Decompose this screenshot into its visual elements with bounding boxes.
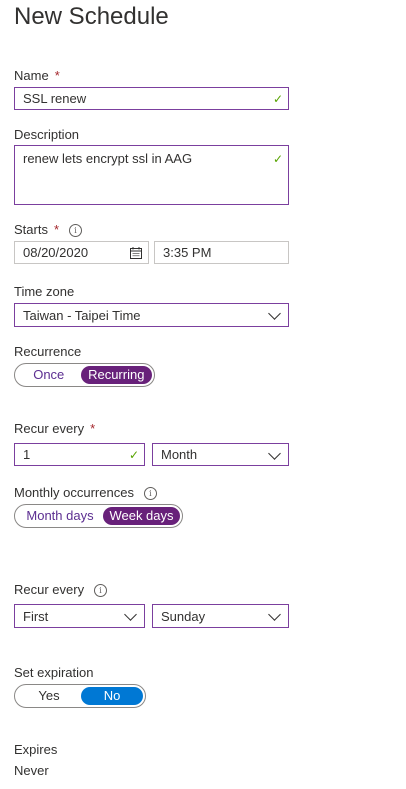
name-input-value: SSL renew <box>23 91 87 106</box>
checkmark-icon: ✓ <box>272 152 283 166</box>
expiration-no-option[interactable]: No <box>81 687 143 705</box>
recur-every-week-label: Recur every i <box>14 582 108 598</box>
expiration-yes-option[interactable]: Yes <box>17 687 81 705</box>
recurrence-recurring-option[interactable]: Recurring <box>80 366 152 384</box>
recur-every-label: Recur every * <box>14 421 95 437</box>
time-zone-dropdown[interactable]: Taiwan - Taipei Time <box>14 303 289 327</box>
info-icon[interactable]: i <box>143 487 157 500</box>
description-textarea[interactable]: renew lets encrypt ssl in AAG ✓ <box>14 145 289 205</box>
page-title: New Schedule <box>14 3 169 30</box>
info-icon[interactable]: i <box>94 584 108 597</box>
week-day-dropdown[interactable]: Sunday <box>152 604 289 628</box>
chevron-down-icon <box>124 608 137 621</box>
week-day-value: Sunday <box>161 608 206 624</box>
name-label-text: Name <box>14 68 49 83</box>
recur-every-week-label-text: Recur every <box>14 582 85 597</box>
starts-label: Starts * i <box>14 222 83 238</box>
required-mark: * <box>54 68 60 83</box>
recur-every-label-text: Recur every <box>14 421 85 436</box>
description-label: Description <box>14 127 80 142</box>
start-date-value: 08/20/2020 <box>23 245 89 260</box>
week-days-option[interactable]: Week days <box>103 507 180 525</box>
chevron-down-icon <box>268 307 281 320</box>
recur-unit-value: Month <box>161 447 198 462</box>
required-mark: * <box>90 421 96 436</box>
recur-interval-value: 1 <box>23 447 31 462</box>
checkmark-icon: ✓ <box>128 447 139 462</box>
month-days-option[interactable]: Month days <box>17 507 103 525</box>
recurrence-once-option[interactable]: Once <box>17 366 81 384</box>
calendar-icon[interactable] <box>130 247 142 259</box>
week-ordinal-dropdown[interactable]: First <box>14 604 145 628</box>
name-label: Name * <box>14 68 60 84</box>
recurrence-toggle[interactable]: Once Recurring <box>14 363 155 387</box>
monthly-occurrences-label: Monthly occurrences i <box>14 485 157 501</box>
starts-label-text: Starts <box>14 222 48 237</box>
description-value: renew lets encrypt ssl in AAG <box>23 151 193 166</box>
start-time-input[interactable]: 3:35 PM <box>154 241 289 264</box>
name-input[interactable]: SSL renew ✓ <box>14 87 289 110</box>
expires-label: Expires <box>14 742 58 757</box>
monthly-occurrences-toggle[interactable]: Month days Week days <box>14 504 183 528</box>
recurrence-label: Recurrence <box>14 344 82 359</box>
recur-unit-dropdown[interactable]: Month <box>152 443 289 466</box>
start-date-input[interactable]: 08/20/2020 <box>14 241 149 264</box>
time-zone-value: Taiwan - Taipei Time <box>23 307 141 323</box>
time-zone-label: Time zone <box>14 284 75 299</box>
start-time-value: 3:35 PM <box>163 245 212 260</box>
set-expiration-label: Set expiration <box>14 665 94 680</box>
info-icon[interactable]: i <box>69 224 83 237</box>
chevron-down-icon <box>268 608 281 621</box>
required-mark: * <box>53 222 60 237</box>
recur-interval-input[interactable]: 1 ✓ <box>14 443 145 466</box>
expires-value: Never <box>14 763 49 778</box>
checkmark-icon: ✓ <box>272 91 283 106</box>
chevron-down-icon <box>268 446 281 460</box>
week-ordinal-value: First <box>23 608 49 624</box>
set-expiration-toggle[interactable]: Yes No <box>14 684 146 708</box>
monthly-occurrences-label-text: Monthly occurrences <box>14 485 134 500</box>
